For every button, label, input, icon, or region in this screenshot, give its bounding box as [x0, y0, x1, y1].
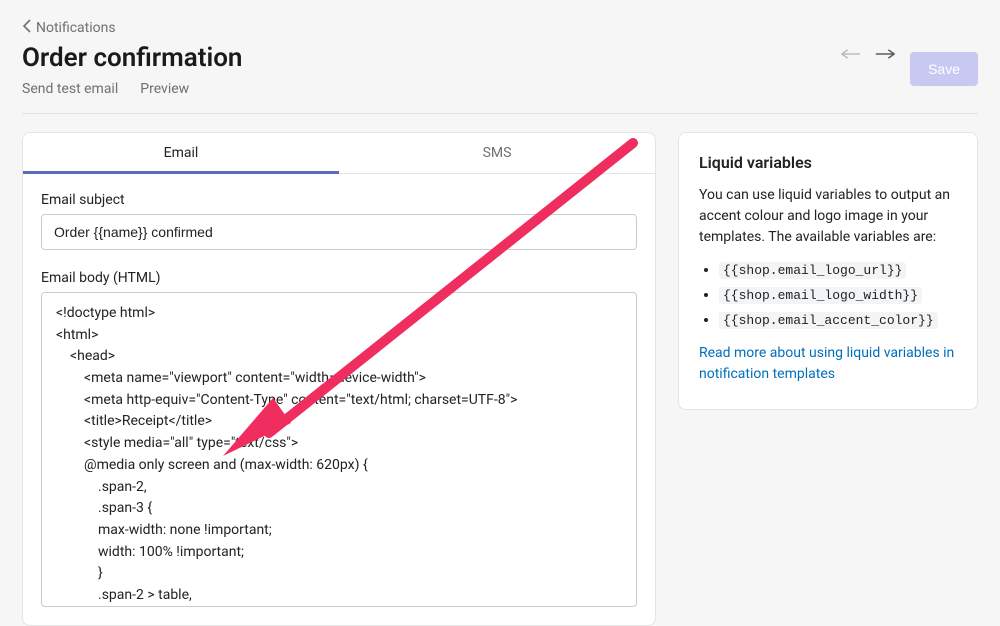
sidebar-card: Liquid variables You can use liquid vari… [678, 132, 978, 410]
code-line: .span-2 > table, [56, 585, 622, 607]
code-line: } [56, 563, 622, 585]
body-editor[interactable]: <!doctype html><html><head><meta name="v… [41, 292, 637, 607]
code-line: <!doctype html> [56, 303, 622, 325]
sidebar-link[interactable]: Read more about using liquid variables i… [699, 345, 954, 382]
code-line: @media only screen and (max-width: 620px… [56, 455, 622, 477]
liquid-vars-list: {{shop.email_logo_url}} {{shop.email_logo… [699, 260, 957, 331]
code-line: max-width: none !important; [56, 520, 622, 542]
liquid-var-item: {{shop.email_accent_color}} [719, 310, 957, 331]
subject-input[interactable] [41, 214, 637, 250]
sidebar-description: You can use liquid variables to output a… [699, 185, 957, 248]
code-line: <meta name="viewport" content="width=dev… [56, 368, 622, 390]
liquid-var-item: {{shop.email_logo_width}} [719, 285, 957, 306]
divider [22, 113, 978, 114]
code-line: <style media="all" type="text/css"> [56, 433, 622, 455]
code-line: <html> [56, 325, 622, 347]
chevron-left-icon [22, 19, 32, 37]
liquid-var-item: {{shop.email_logo_url}} [719, 260, 957, 281]
sidebar-title: Liquid variables [699, 151, 957, 175]
save-button[interactable]: Save [910, 52, 978, 86]
code-line: .span-2, [56, 477, 622, 499]
body-label: Email body (HTML) [41, 270, 637, 286]
next-arrow-icon[interactable] [874, 43, 896, 65]
breadcrumb[interactable]: Notifications [22, 19, 116, 37]
code-line: .span-3 { [56, 498, 622, 520]
prev-arrow-icon[interactable] [840, 43, 862, 65]
send-test-email-link[interactable]: Send test email [22, 81, 118, 97]
liquid-var-code: {{shop.email_logo_url}} [719, 262, 906, 279]
code-line: width: 100% !important; [56, 542, 622, 564]
code-line: <meta http-equiv="Content-Type" content=… [56, 390, 622, 412]
tab-email[interactable]: Email [23, 133, 339, 173]
tab-sms[interactable]: SMS [339, 133, 655, 173]
preview-link[interactable]: Preview [140, 81, 189, 97]
code-line: <title>Receipt</title> [56, 411, 622, 433]
liquid-var-code: {{shop.email_logo_width}} [719, 287, 922, 304]
breadcrumb-label: Notifications [36, 20, 116, 36]
main-card: Email SMS Email subject Email body (HTML… [22, 132, 656, 626]
page-title: Order confirmation [22, 43, 242, 73]
liquid-var-code: {{shop.email_accent_color}} [719, 312, 938, 329]
subject-label: Email subject [41, 192, 637, 208]
code-line: <head> [56, 346, 622, 368]
